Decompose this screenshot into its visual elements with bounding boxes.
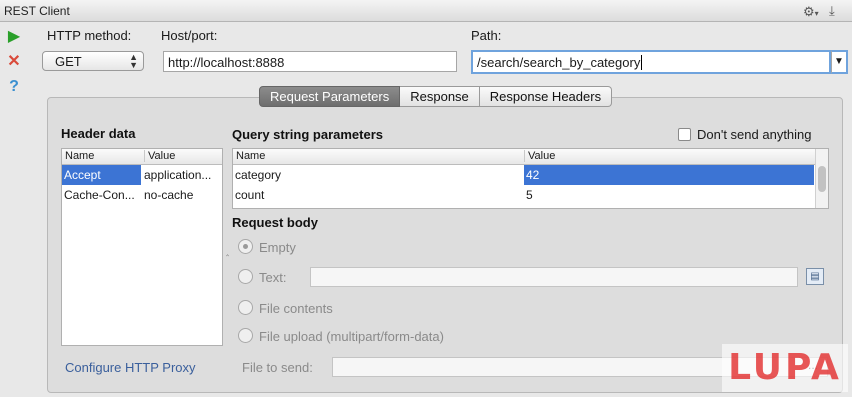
tab-request-parameters[interactable]: Request Parameters (259, 86, 401, 107)
param-name-cell[interactable]: category (235, 168, 521, 182)
radio-text[interactable] (238, 269, 253, 284)
dont-send-checkbox[interactable] (678, 128, 691, 141)
scrollbar-thumb[interactable] (818, 166, 826, 192)
window-title: REST Client (4, 4, 70, 18)
table-row[interactable]: count 5 (233, 185, 814, 205)
host-port-label: Host/port: (161, 28, 218, 43)
http-method-value: GET (55, 54, 82, 69)
radio-file-contents-label: File contents (259, 301, 333, 316)
header-data-title: Header data (61, 126, 136, 141)
radio-empty-label: Empty (259, 240, 296, 255)
radio-text-label: Text: (259, 270, 287, 285)
help-icon[interactable]: ? (5, 78, 23, 96)
close-icon[interactable]: ✕ (5, 53, 23, 71)
query-params-title: Query string parameters (232, 127, 384, 142)
scrollbar[interactable] (815, 149, 828, 208)
download-icon[interactable]: ⤓ (829, 3, 843, 19)
tab-response[interactable]: Response (400, 86, 480, 107)
table-row[interactable]: Cache-Con... no-cache (62, 185, 222, 205)
resize-marker-icon: ‸ (226, 246, 230, 256)
configure-proxy-link[interactable]: Configure HTTP Proxy (65, 360, 196, 375)
table-header: Name Value (233, 149, 828, 165)
header-data-table[interactable]: Name Value Accept application... Cache-C… (61, 148, 223, 346)
http-method-label: HTTP method: (47, 28, 132, 43)
path-dropdown-button[interactable]: ▼ (831, 50, 848, 74)
path-input[interactable]: /search/search_by_category (471, 50, 831, 74)
body-text-input[interactable] (310, 267, 798, 287)
param-name-cell[interactable]: count (235, 188, 521, 202)
dont-send-label[interactable]: Don't send anything (697, 127, 812, 142)
title-bar (0, 0, 852, 22)
tab-response-headers[interactable]: Response Headers (479, 86, 613, 107)
radio-empty[interactable] (238, 239, 253, 254)
radio-file-upload-label: File upload (multipart/form-data) (259, 329, 444, 344)
column-header-value[interactable]: Value (524, 150, 555, 162)
stepper-arrows-icon: ▲ ▼ (129, 52, 138, 70)
editor-icon[interactable]: ▤ (806, 268, 824, 285)
request-body-title: Request body (232, 215, 318, 230)
param-value-cell[interactable]: 5 (526, 188, 814, 202)
header-value-cell[interactable]: application... (144, 168, 222, 182)
gear-icon[interactable]: ⚙▾ (803, 4, 819, 19)
watermark-logo: LUPA (722, 344, 848, 392)
table-row[interactable]: Accept application... (62, 165, 222, 185)
table-header: Name Value (62, 149, 222, 165)
host-port-input[interactable]: http://localhost:8888 (163, 51, 457, 72)
run-icon[interactable]: ▶ (5, 28, 23, 46)
column-header-name[interactable]: Name (236, 150, 265, 162)
header-name-cell[interactable]: Accept (62, 165, 141, 185)
header-name-cell[interactable]: Cache-Con... (64, 188, 141, 202)
tab-bar: Request Parameters Response Response Hea… (259, 86, 613, 107)
radio-file-contents[interactable] (238, 300, 253, 315)
radio-file-upload[interactable] (238, 328, 253, 343)
http-method-select[interactable]: GET ▲ ▼ (42, 51, 144, 71)
column-header-value[interactable]: Value (144, 150, 175, 162)
path-label: Path: (471, 28, 502, 43)
column-header-name[interactable]: Name (65, 150, 94, 162)
param-value-cell[interactable]: 42 (524, 165, 814, 185)
table-row[interactable]: category 42 (233, 165, 814, 185)
header-value-cell[interactable]: no-cache (144, 188, 222, 202)
file-to-send-label: File to send: (242, 360, 313, 375)
query-params-table[interactable]: Name Value category 42 count 5 (232, 148, 829, 209)
